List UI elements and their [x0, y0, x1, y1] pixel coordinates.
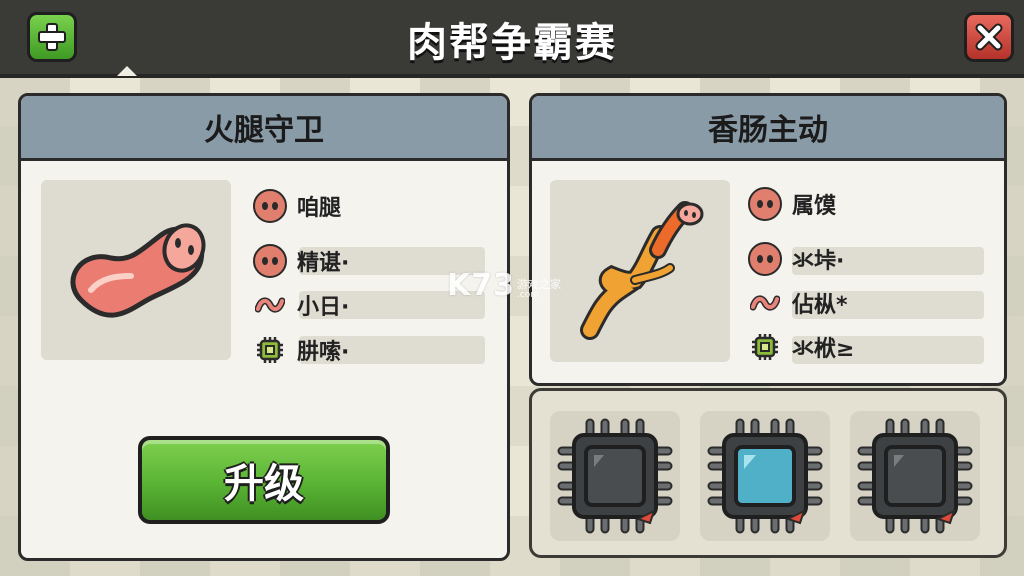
stat-label: 肼嗦·	[297, 340, 350, 365]
chip-slot-3[interactable]	[850, 411, 980, 541]
stat-row: 小日·	[253, 290, 349, 320]
close-button[interactable]	[964, 12, 1014, 62]
hero-card-title: 香肠主动	[532, 96, 1004, 161]
worm-icon	[253, 288, 287, 322]
pig-face-icon	[748, 187, 782, 221]
stat-row: 精谌·	[253, 244, 350, 278]
chip-icon	[748, 330, 782, 364]
chip-icon	[857, 418, 973, 534]
stat-row: 肼嗦·	[253, 335, 349, 365]
hero-portrait	[41, 180, 231, 360]
chip-slot-2[interactable]	[700, 411, 830, 541]
stat-label: 咱腿	[297, 196, 342, 221]
pig-face-icon	[253, 189, 287, 223]
hero-portrait	[550, 180, 730, 362]
top-bar: 肉帮争霸赛	[0, 0, 1024, 78]
ham-character-image	[70, 223, 206, 318]
chip-icon	[707, 418, 823, 534]
stat-label: 氺栿≥	[792, 337, 855, 362]
watermark-url: .com	[517, 290, 540, 300]
hero-card-sausage-initiative: 香肠主动 属馍 氺垰· 佔枞* 氺栿≥	[529, 93, 1007, 386]
tab-notch	[117, 66, 137, 76]
sausage-character-image	[580, 201, 704, 340]
stat-row: 佔枞*	[748, 288, 848, 318]
hero-card-title: 火腿守卫	[21, 96, 507, 161]
stat-label: 小日·	[297, 295, 350, 320]
stat-label: 精谌·	[297, 251, 350, 276]
close-icon	[975, 23, 1003, 51]
stat-row: 氺栿≥	[748, 332, 854, 362]
stat-row: 咱腿	[253, 189, 342, 223]
stat-row: 氺垰·	[748, 242, 845, 276]
page-title: 肉帮争霸赛	[407, 20, 617, 66]
chip-icon	[557, 418, 673, 534]
stat-label: 佔枞*	[792, 293, 848, 318]
chip-tray	[529, 388, 1007, 558]
watermark-logo: K73	[447, 268, 515, 303]
worm-icon	[748, 286, 782, 320]
upgrade-button[interactable]: 升级	[138, 436, 390, 524]
stat-row: 属馍	[748, 187, 837, 221]
stat-label: 氺垰·	[792, 249, 845, 274]
chip-icon	[253, 333, 287, 367]
stat-label: 属馍	[792, 194, 837, 219]
chip-slot-1[interactable]	[550, 411, 680, 541]
pig-face-icon	[748, 242, 782, 276]
pig-face-icon	[253, 244, 287, 278]
